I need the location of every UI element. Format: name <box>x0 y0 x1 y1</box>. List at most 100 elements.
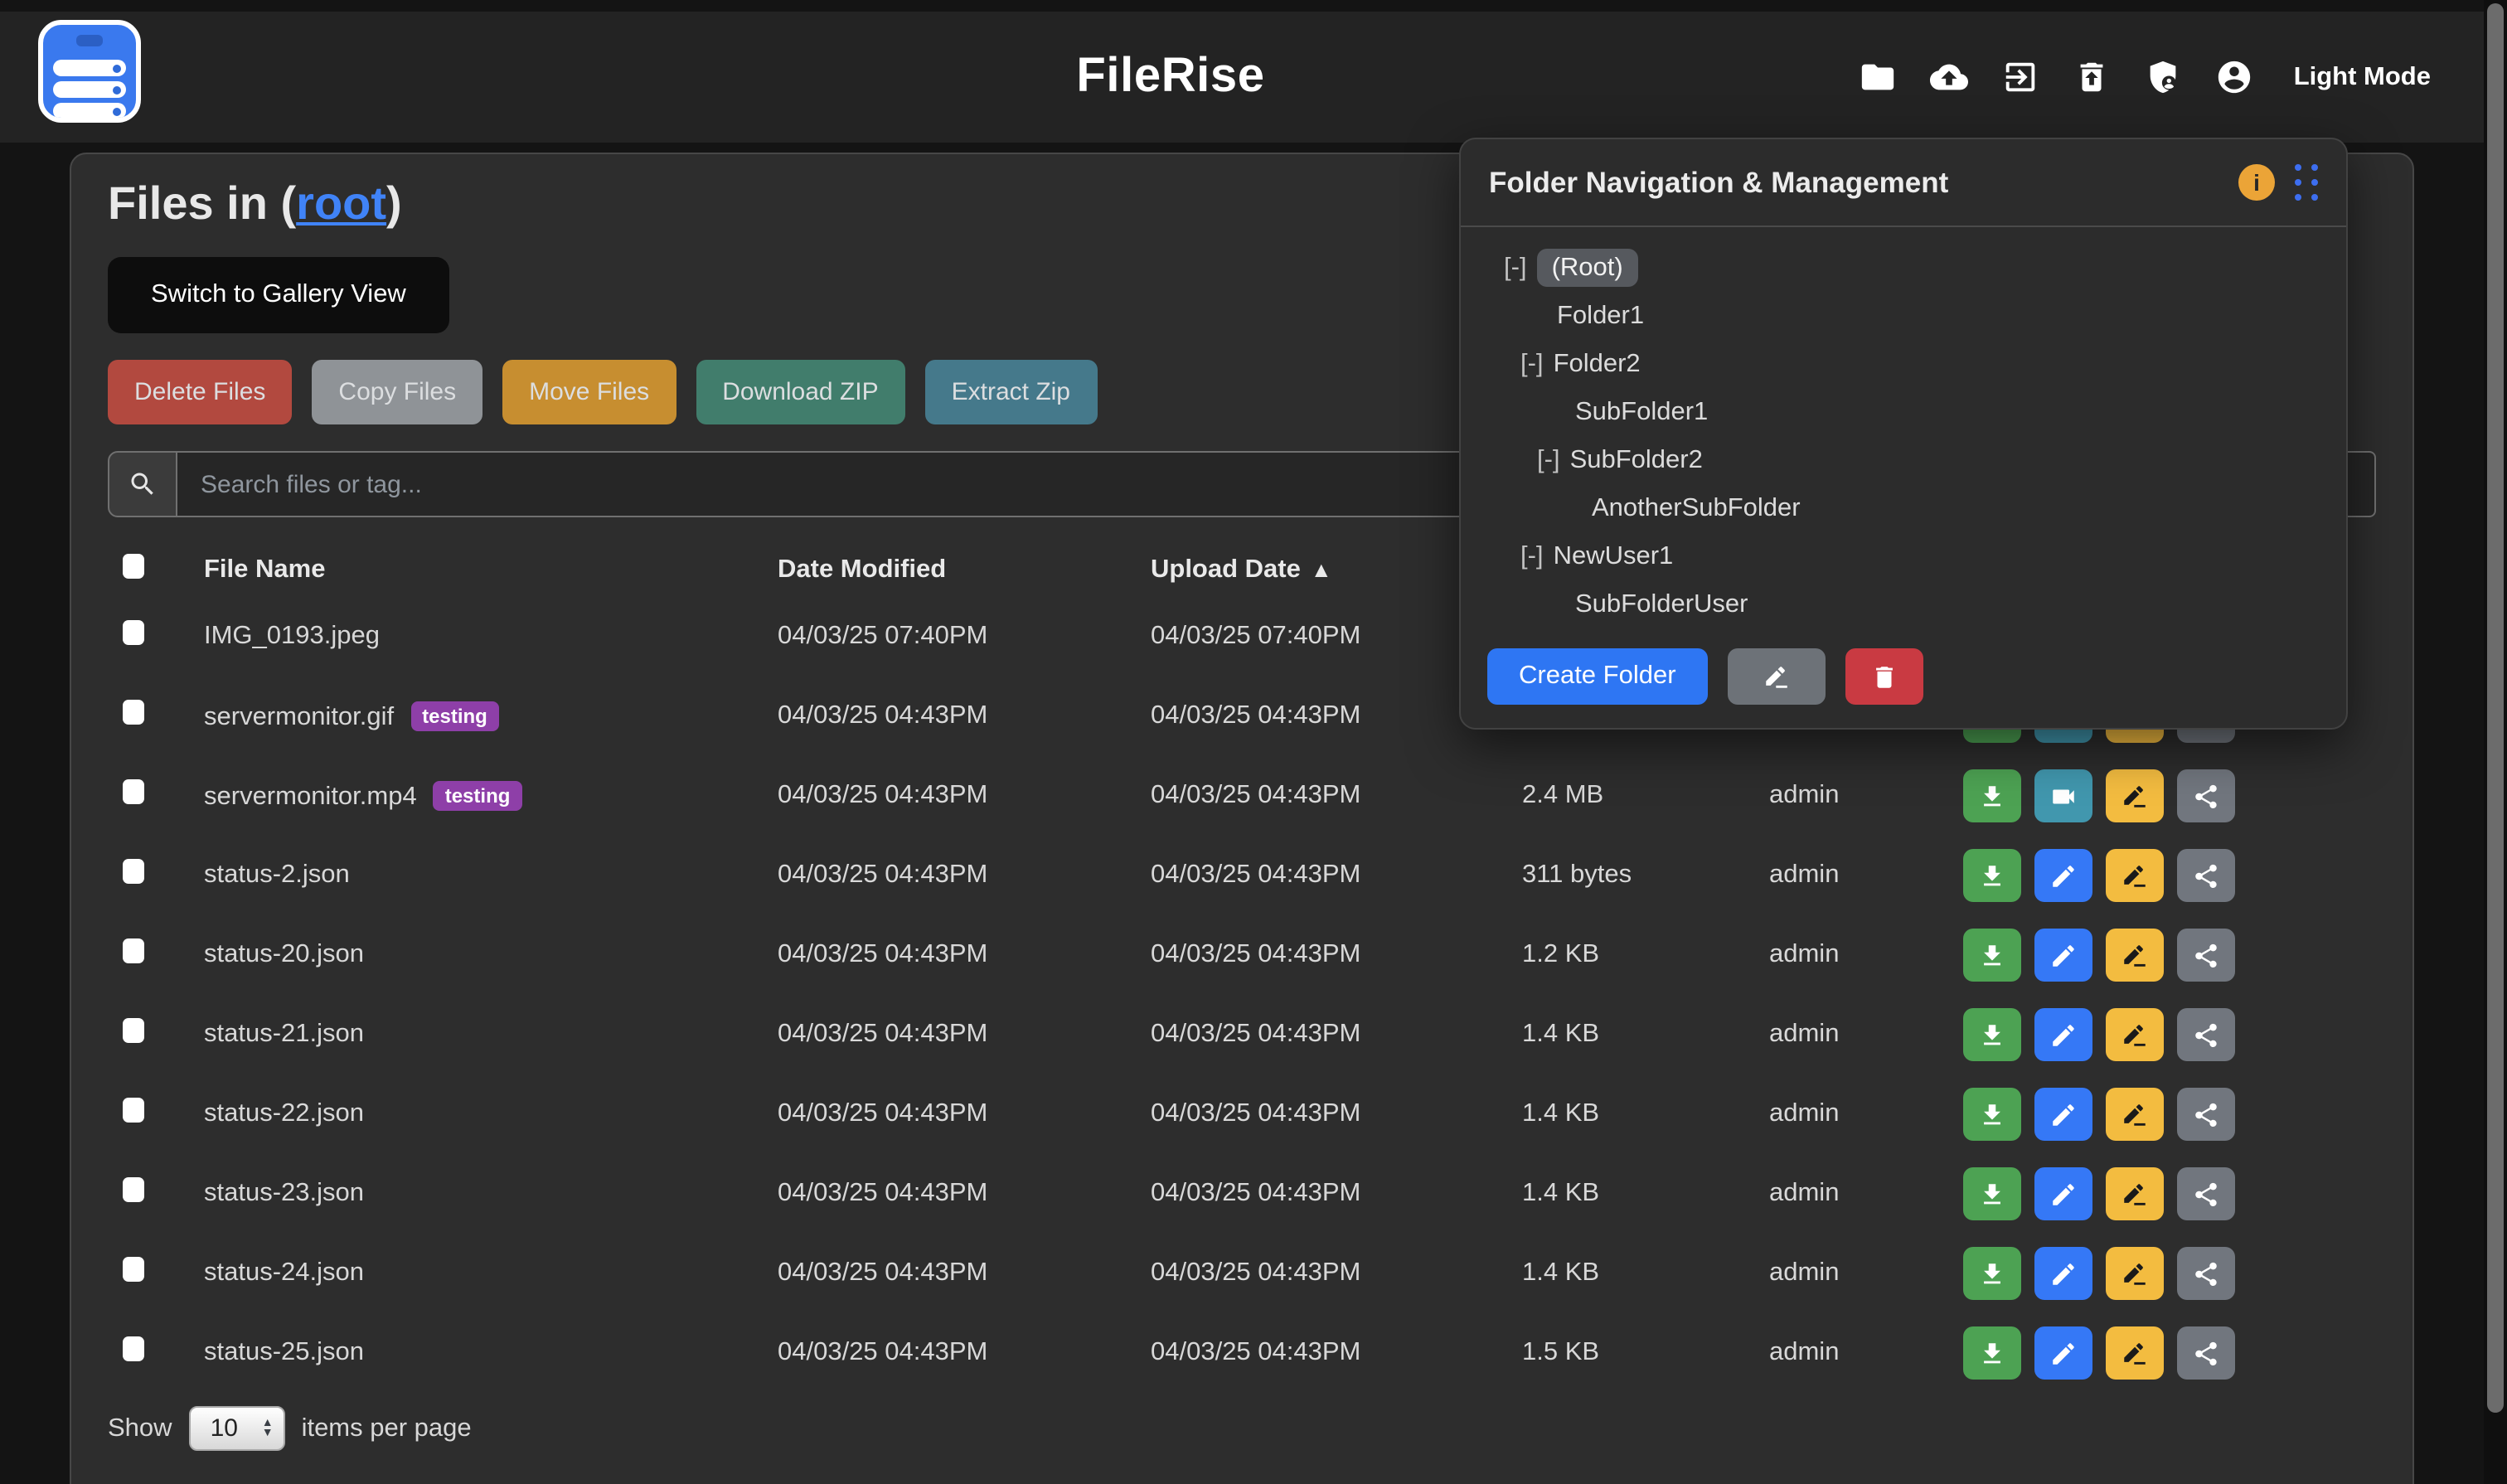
row-checkbox[interactable] <box>123 1018 144 1043</box>
column-header-upload-date[interactable]: Upload Date▲ <box>1131 555 1502 585</box>
download-button[interactable] <box>1963 1088 2021 1141</box>
share-button[interactable] <box>2177 1088 2235 1141</box>
download <box>1978 1259 2006 1288</box>
rename-folder-button[interactable] <box>1728 648 1826 705</box>
rename <box>2121 1100 2149 1128</box>
date-modified: 04/03/25 04:43PM <box>758 1338 1131 1368</box>
rename-button[interactable] <box>2106 849 2164 902</box>
row-checkbox[interactable] <box>123 620 144 645</box>
rename-button[interactable] <box>2106 1326 2164 1380</box>
row-checkbox[interactable] <box>123 1177 144 1202</box>
search-button[interactable] <box>108 451 177 517</box>
tree-folder-label[interactable]: SubFolder1 <box>1575 398 1708 426</box>
tree-folder-label[interactable]: AnotherSubFolder <box>1592 494 1801 522</box>
create-folder-button[interactable]: Create Folder <box>1487 648 1708 705</box>
move-files-button[interactable]: Move Files <box>502 360 676 424</box>
share-button[interactable] <box>2177 769 2235 822</box>
drag-handle-icon[interactable] <box>2295 164 2318 201</box>
edit-button[interactable] <box>2034 1008 2092 1061</box>
share-button[interactable] <box>2177 849 2235 902</box>
share <box>2192 1259 2220 1288</box>
delete-folder-button[interactable] <box>1845 648 1923 705</box>
edit-button[interactable] <box>2034 1326 2092 1380</box>
rename-button[interactable] <box>2106 1247 2164 1300</box>
tree-folder-label[interactable]: (Root) <box>1537 249 1638 287</box>
info-icon[interactable]: i <box>2238 164 2275 201</box>
row-checkbox[interactable] <box>123 779 144 804</box>
rename-button[interactable] <box>2106 769 2164 822</box>
row-checkbox[interactable] <box>123 700 144 725</box>
tree-item[interactable]: AnotherSubFolder <box>1487 484 2320 532</box>
download-button[interactable] <box>1963 849 2021 902</box>
tree-item[interactable]: [-] Folder2 <box>1487 340 2320 388</box>
extract-zip-button[interactable]: Extract Zip <box>925 360 1097 424</box>
rename-button[interactable] <box>2106 1167 2164 1220</box>
tree-toggle[interactable]: [-] <box>1520 542 1544 570</box>
rename-button[interactable] <box>2106 929 2164 982</box>
download-button[interactable] <box>1963 1008 2021 1061</box>
admin-shield-button[interactable] <box>2145 58 2183 96</box>
tree-item[interactable]: SubFolder1 <box>1487 388 2320 436</box>
scrollbar-thumb[interactable] <box>2487 3 2504 1413</box>
share-button[interactable] <box>2177 1326 2235 1380</box>
download-button[interactable] <box>1963 769 2021 822</box>
rename-button[interactable] <box>2106 1008 2164 1061</box>
download-button[interactable] <box>1963 929 2021 982</box>
date-modified: 04/03/25 04:43PM <box>758 781 1131 811</box>
file-name: status-23.json <box>184 1179 758 1209</box>
edit-button[interactable] <box>2034 1088 2092 1141</box>
video-button[interactable] <box>2034 769 2092 822</box>
tree-toggle[interactable]: [-] <box>1520 350 1544 378</box>
theme-toggle[interactable]: Light Mode <box>2294 62 2431 92</box>
share-button[interactable] <box>2177 1008 2235 1061</box>
share <box>2192 1021 2220 1049</box>
rename-button[interactable] <box>2106 1088 2164 1141</box>
tree-folder-label[interactable]: Folder2 <box>1554 350 1641 378</box>
download <box>1978 1100 2006 1128</box>
download-zip-button[interactable]: Download ZIP <box>696 360 904 424</box>
items-per-page-select[interactable]: 10 ▲▼ <box>189 1406 285 1451</box>
tree-toggle[interactable]: [-] <box>1504 254 1527 282</box>
tree-item[interactable]: SubFolderUser <box>1487 580 2320 628</box>
edit-button[interactable] <box>2034 849 2092 902</box>
account-circle-button[interactable] <box>2216 58 2254 96</box>
restore-trash-button[interactable] <box>2073 58 2112 96</box>
tree-folder-label[interactable]: SubFolder2 <box>1570 446 1703 474</box>
tree-item[interactable]: Folder1 <box>1487 292 2320 340</box>
delete-files-button[interactable]: Delete Files <box>108 360 292 424</box>
switch-gallery-view-button[interactable]: Switch to Gallery View <box>108 257 449 333</box>
edit-button[interactable] <box>2034 1167 2092 1220</box>
video <box>2049 782 2078 810</box>
tree-toggle[interactable]: [-] <box>1537 446 1560 474</box>
share-button[interactable] <box>2177 929 2235 982</box>
select-all-checkbox[interactable] <box>123 554 144 579</box>
root-folder-link[interactable]: root <box>296 177 386 229</box>
tree-folder-label[interactable]: SubFolderUser <box>1575 590 1748 618</box>
row-checkbox[interactable] <box>123 859 144 884</box>
edit <box>2049 1339 2078 1367</box>
tree-item[interactable]: [-] SubFolder2 <box>1487 436 2320 484</box>
share-button[interactable] <box>2177 1247 2235 1300</box>
download-button[interactable] <box>1963 1247 2021 1300</box>
tree-item[interactable]: [-] NewUser1 <box>1487 532 2320 580</box>
edit <box>2049 1180 2078 1208</box>
edit-button[interactable] <box>2034 929 2092 982</box>
exit-app-button[interactable] <box>2002 58 2040 96</box>
tree-item[interactable]: [-] (Root) <box>1487 244 2320 292</box>
row-checkbox[interactable] <box>123 938 144 963</box>
edit-button[interactable] <box>2034 1247 2092 1300</box>
cloud-upload-button[interactable] <box>1931 58 1969 96</box>
tree-folder-label[interactable]: Folder1 <box>1557 302 1644 330</box>
row-checkbox[interactable] <box>123 1098 144 1123</box>
column-header-date-modified[interactable]: Date Modified <box>758 555 1131 585</box>
download-button[interactable] <box>1963 1326 2021 1380</box>
folder-button[interactable] <box>1860 58 1898 96</box>
column-header-file-name[interactable]: File Name <box>184 555 758 585</box>
share-button[interactable] <box>2177 1167 2235 1220</box>
copy-files-button[interactable]: Copy Files <box>312 360 482 424</box>
file-size: 311 bytes <box>1502 861 1749 890</box>
tree-folder-label[interactable]: NewUser1 <box>1554 542 1674 570</box>
row-checkbox[interactable] <box>123 1336 144 1361</box>
row-checkbox[interactable] <box>123 1257 144 1282</box>
download-button[interactable] <box>1963 1167 2021 1220</box>
